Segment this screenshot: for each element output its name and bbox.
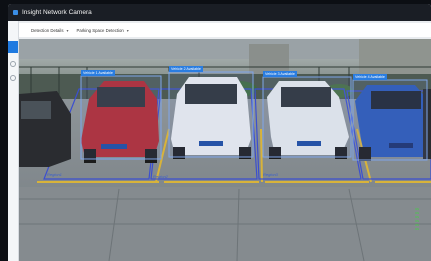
detection-label-2: Vehicle 2 Available: [169, 66, 203, 72]
detection-label-1: Vehicle 1 Available: [81, 70, 115, 76]
sidebar-active-tab[interactable]: [8, 41, 18, 53]
title-bar: Insight Network Camera: [8, 4, 431, 21]
app-window: Insight Network Camera Detection Details…: [8, 4, 431, 261]
region-label-1: Region1: [47, 172, 62, 177]
settings-icon[interactable]: [10, 61, 16, 67]
chevron-down-icon: ▾: [66, 27, 69, 33]
status-overlay: ON ON ON ON ON ON: [415, 207, 431, 251]
region-label-3: Region3: [263, 172, 278, 177]
detection-label-3: Vehicle 3 Available: [263, 71, 297, 77]
region-label-2: Region2: [153, 174, 168, 179]
dropdown-value: Detection Details: [31, 27, 64, 33]
chevron-down-icon: ▾: [126, 27, 129, 33]
dropdown-value: Parking Space Detection: [76, 27, 124, 33]
camera-live-view[interactable]: Vehicle 1 Available Vehicle 2 Available …: [19, 39, 431, 261]
toolbar: Detection Details ▾ Parking Space Detect…: [19, 23, 431, 37]
detection-label-4: Vehicle 4 Available: [353, 74, 387, 80]
left-sidebar: [8, 21, 19, 261]
parking-detection-dropdown[interactable]: Parking Space Detection ▾: [77, 28, 129, 33]
status-line: ON: [415, 227, 420, 231]
window-title: Insight Network Camera: [22, 9, 92, 16]
detection-details-dropdown[interactable]: Detection Details ▾: [31, 28, 69, 33]
app-logo-icon: [13, 10, 18, 15]
camera-icon[interactable]: [10, 75, 16, 81]
